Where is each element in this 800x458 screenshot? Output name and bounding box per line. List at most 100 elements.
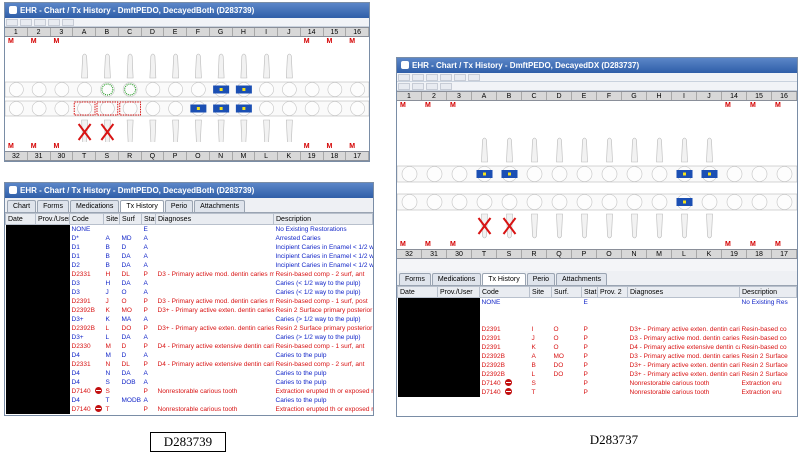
tooth-number[interactable]: L <box>672 250 697 258</box>
tooth-number[interactable]: T <box>73 152 96 160</box>
tooth-number[interactable]: 1 <box>397 92 422 100</box>
tooth-number[interactable]: R <box>522 250 547 258</box>
tab-forms[interactable]: Forms <box>399 273 431 285</box>
tool-button[interactable] <box>62 19 74 26</box>
tool-button[interactable] <box>412 83 424 90</box>
tooth-number[interactable]: F <box>187 28 210 36</box>
tooth-number[interactable]: C <box>119 28 142 36</box>
tool-button[interactable] <box>412 74 424 81</box>
tooth-number[interactable]: H <box>233 28 256 36</box>
tool-button[interactable] <box>398 74 410 81</box>
tooth-number[interactable]: 3 <box>447 92 472 100</box>
column-header[interactable]: Prov. 2 <box>597 286 628 298</box>
tooth-number[interactable]: K <box>697 250 722 258</box>
tooth-number[interactable]: 30 <box>51 152 74 160</box>
tooth-number[interactable]: 19 <box>722 250 747 258</box>
tooth-number[interactable]: 1 <box>5 28 28 36</box>
tooth-number[interactable]: S <box>96 152 119 160</box>
tooth-number[interactable]: B <box>96 28 119 36</box>
tooth-number[interactable]: F <box>597 92 622 100</box>
tool-button[interactable] <box>48 19 60 26</box>
tooth-number[interactable]: 17 <box>772 250 797 258</box>
tooth-number[interactable]: 31 <box>422 250 447 258</box>
column-header[interactable]: Code <box>479 286 530 298</box>
tooth-number[interactable]: H <box>647 92 672 100</box>
tooth-number[interactable]: Q <box>142 152 165 160</box>
tab-medications[interactable]: Medications <box>69 200 120 212</box>
tooth-number[interactable]: I <box>255 28 278 36</box>
tooth-number[interactable]: J <box>697 92 722 100</box>
tooth-number[interactable]: B <box>497 92 522 100</box>
tool-button[interactable] <box>426 74 438 81</box>
tooth-number[interactable]: P <box>572 250 597 258</box>
column-header[interactable]: Diagnoses <box>627 286 740 298</box>
tooth-number[interactable]: 16 <box>772 92 797 100</box>
tab-perio[interactable]: Perio <box>526 273 556 285</box>
column-header[interactable]: Date <box>397 286 438 298</box>
column-header[interactable]: Code <box>69 213 104 225</box>
tooth-number[interactable]: 17 <box>346 152 369 160</box>
tab-attachments[interactable]: Attachments <box>194 200 246 212</box>
tab-medications[interactable]: Medications <box>431 273 482 285</box>
column-header[interactable]: Site <box>529 286 552 298</box>
tool-button[interactable] <box>20 19 32 26</box>
tooth-number[interactable]: 15 <box>747 92 772 100</box>
tooth-number[interactable]: M <box>647 250 672 258</box>
column-header[interactable]: Prov./User <box>437 286 480 298</box>
tooth-number[interactable]: C <box>522 92 547 100</box>
tooth-number[interactable]: S <box>497 250 522 258</box>
tooth-number[interactable]: Q <box>547 250 572 258</box>
tooth-chart-svg[interactable] <box>5 46 369 142</box>
tab-attachments[interactable]: Attachments <box>556 273 607 285</box>
tab-tx-history[interactable]: Tx History <box>120 200 164 212</box>
tool-button[interactable] <box>398 83 410 90</box>
tooth-number[interactable]: 32 <box>397 250 422 258</box>
column-header[interactable]: Stat <box>581 286 598 298</box>
tool-button[interactable] <box>440 74 452 81</box>
tooth-number[interactable]: 30 <box>447 250 472 258</box>
tooth-chart-svg[interactable] <box>397 110 797 240</box>
tool-button[interactable] <box>426 83 438 90</box>
column-header[interactable]: Surf <box>119 213 142 225</box>
tooth-chart[interactable] <box>5 46 369 142</box>
tooth-number[interactable]: 16 <box>346 28 369 36</box>
tooth-number[interactable]: M <box>233 152 256 160</box>
tooth-number[interactable]: O <box>597 250 622 258</box>
table-row[interactable]: NONE E No Existing Res <box>397 297 797 397</box>
tooth-number[interactable]: 18 <box>324 152 347 160</box>
tooth-number[interactable]: O <box>187 152 210 160</box>
tab-forms[interactable]: Forms <box>37 200 69 212</box>
tooth-number[interactable]: A <box>73 28 96 36</box>
tooth-number[interactable]: N <box>622 250 647 258</box>
column-header[interactable]: Prov./User <box>35 213 70 225</box>
tooth-number[interactable]: 31 <box>28 152 51 160</box>
tooth-number[interactable]: G <box>622 92 647 100</box>
tooth-number[interactable]: D <box>142 28 165 36</box>
tooth-number[interactable]: J <box>278 28 301 36</box>
column-header[interactable]: Date <box>5 213 36 225</box>
tool-button[interactable] <box>468 74 480 81</box>
tooth-number[interactable]: 3 <box>51 28 74 36</box>
tab-chart[interactable]: Chart <box>7 200 37 212</box>
tool-button[interactable] <box>6 19 18 26</box>
column-header[interactable]: Description <box>739 286 797 298</box>
column-header[interactable]: Surf. <box>551 286 582 298</box>
tooth-number[interactable]: 2 <box>422 92 447 100</box>
column-header[interactable]: Diagnoses <box>155 213 274 225</box>
tooth-number[interactable]: 2 <box>28 28 51 36</box>
tooth-number[interactable]: G <box>210 28 233 36</box>
tooth-number[interactable]: L <box>255 152 278 160</box>
column-header[interactable]: Description <box>273 213 373 225</box>
tooth-number[interactable]: A <box>472 92 497 100</box>
tooth-number[interactable]: T <box>472 250 497 258</box>
tooth-number[interactable]: 14 <box>301 28 324 36</box>
tooth-number[interactable]: 32 <box>5 152 28 160</box>
tooth-number[interactable]: 15 <box>324 28 347 36</box>
column-header[interactable]: Stat <box>141 213 156 225</box>
tooth-chart[interactable] <box>397 110 797 240</box>
table-row[interactable]: NONE E No Existing Restorations <box>5 224 373 414</box>
tab-tx-history[interactable]: Tx History <box>482 273 526 285</box>
tooth-number[interactable]: 19 <box>301 152 324 160</box>
tool-button[interactable] <box>440 83 452 90</box>
tooth-number[interactable]: P <box>164 152 187 160</box>
